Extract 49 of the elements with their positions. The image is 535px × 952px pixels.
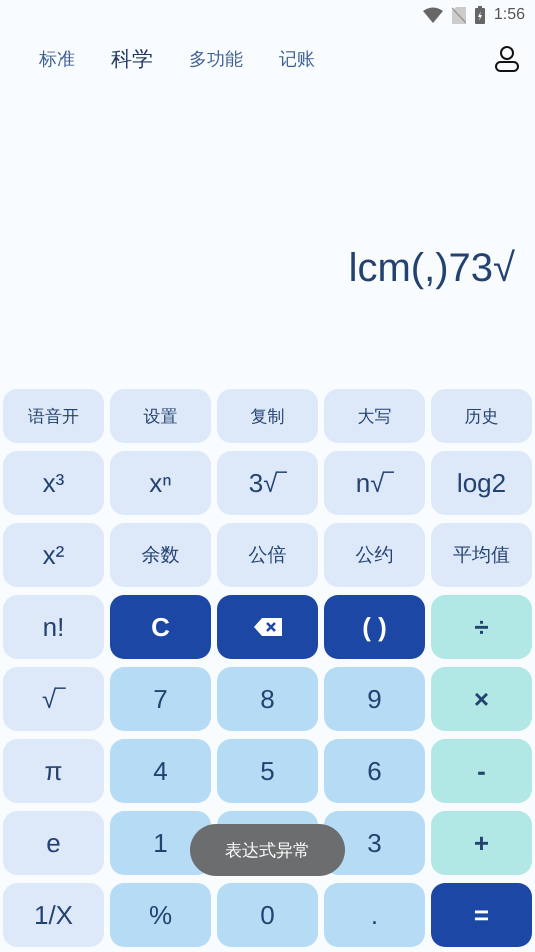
calculator-key[interactable]: e: [3, 811, 104, 875]
mode-tab[interactable]: 标准: [26, 47, 88, 71]
calculator-key[interactable]: n!: [3, 595, 104, 659]
calculator-key[interactable]: x²: [3, 523, 104, 587]
calculator-key[interactable]: 历史: [431, 389, 532, 443]
wifi-icon: [422, 7, 443, 23]
calculator-key[interactable]: x³: [3, 451, 104, 515]
calculator-key[interactable]: 复制: [217, 389, 318, 443]
calculator-key[interactable]: 平均值: [431, 523, 532, 587]
calculator-key[interactable]: %: [110, 883, 211, 947]
mode-tab[interactable]: 科学: [98, 45, 166, 73]
calculator-key[interactable]: 5: [217, 739, 318, 803]
clock-time: 1:56: [494, 6, 525, 24]
mode-tab[interactable]: 记账: [266, 47, 328, 71]
calculator-key[interactable]: 大写: [324, 389, 425, 443]
backspace-icon: [252, 617, 282, 637]
backspace-button[interactable]: [217, 595, 318, 659]
calculator-key[interactable]: n√‾: [324, 451, 425, 515]
calculator-key[interactable]: √‾: [3, 667, 104, 731]
battery-icon: [474, 6, 485, 24]
calculator-key[interactable]: xⁿ: [110, 451, 211, 515]
calculator-key[interactable]: 1/X: [3, 883, 104, 947]
calculator-key[interactable]: =: [431, 883, 532, 947]
calculator-key[interactable]: 0: [217, 883, 318, 947]
calculator-key[interactable]: 7: [110, 667, 211, 731]
calculator-key[interactable]: ×: [431, 667, 532, 731]
expression-display: lcm(,)73√: [348, 246, 515, 291]
calculator-key[interactable]: 公约: [324, 523, 425, 587]
calculator-key[interactable]: 语音开: [3, 389, 104, 443]
calculator-key[interactable]: 9: [324, 667, 425, 731]
calculator-key[interactable]: 4: [110, 739, 211, 803]
error-toast: 表达式异常: [190, 824, 345, 876]
calculator-key[interactable]: ( ): [324, 595, 425, 659]
mode-tab[interactable]: 多功能: [176, 47, 256, 71]
calculator-key[interactable]: -: [431, 739, 532, 803]
user-icon[interactable]: [495, 46, 519, 72]
calculator-key[interactable]: 设置: [110, 389, 211, 443]
no-sim-icon: [452, 6, 466, 24]
calculator-key[interactable]: .: [324, 883, 425, 947]
calculator-key[interactable]: +: [431, 811, 532, 875]
calculator-key[interactable]: 3√‾: [217, 451, 318, 515]
calculator-key[interactable]: π: [3, 739, 104, 803]
calculator-key[interactable]: C: [110, 595, 211, 659]
calculator-key[interactable]: 6: [324, 739, 425, 803]
calculator-key[interactable]: 余数: [110, 523, 211, 587]
calculator-key[interactable]: 8: [217, 667, 318, 731]
calculator-key[interactable]: log2: [431, 451, 532, 515]
calculator-key[interactable]: ÷: [431, 595, 532, 659]
calculator-key[interactable]: 公倍: [217, 523, 318, 587]
